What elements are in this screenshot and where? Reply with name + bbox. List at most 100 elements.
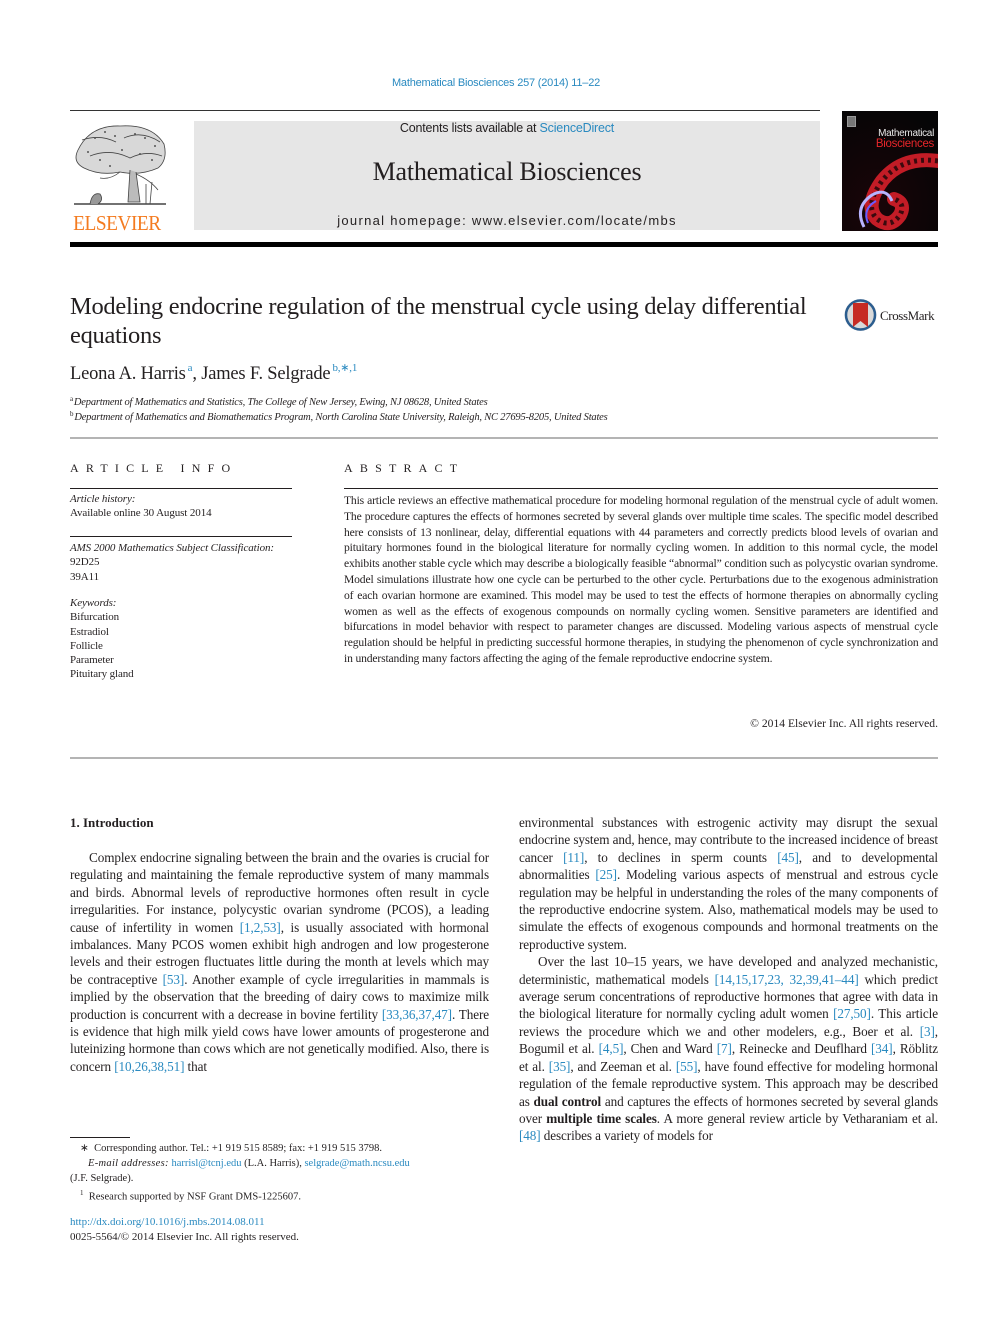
citation-link[interactable]: [25] <box>595 867 617 882</box>
paragraph: environmental substances with estrogenic… <box>519 814 938 953</box>
keyword: Parameter <box>70 654 114 667</box>
affiliation-b: bDepartment of Mathematics and Biomathem… <box>70 410 608 423</box>
emphasis-bold: dual control <box>533 1093 602 1109</box>
ams-classification: AMS 2000 Mathematics Subject Classificat… <box>70 541 274 584</box>
issn-copyright: 0025-5564/© 2014 Elsevier Inc. All right… <box>70 1231 299 1243</box>
affiliation-mark: b <box>70 410 74 418</box>
footnotes: ∗ Corresponding author. Tel.: +1 919 515… <box>70 1141 489 1205</box>
footnote-divider <box>70 1137 130 1138</box>
affiliation-text: Department of Mathematics and Statistics… <box>73 397 488 408</box>
citation-link[interactable]: [33,36,37,47] <box>382 1007 452 1022</box>
text-run: , to declines in sperm counts <box>584 849 778 865</box>
citation-link[interactable]: [53] <box>163 972 185 987</box>
footnote-email-owner: (J.F. Selgrade). <box>70 1173 134 1184</box>
text-run: . A more general review article by Vetha… <box>656 1110 938 1126</box>
paragraph: Complex endocrine signaling between the … <box>70 849 489 1075</box>
info-divider <box>70 536 292 537</box>
article-history: Article history: Available online 30 Aug… <box>70 492 212 521</box>
affiliation-a: aDepartment of Mathematics and Statistic… <box>70 395 488 408</box>
email-link[interactable]: harrisl@tcnj.edu <box>171 1158 241 1169</box>
crossmark-icon <box>844 299 877 331</box>
header-bottom-rule <box>70 242 938 247</box>
cover-title-line2: Biosciences <box>875 138 934 150</box>
section-divider <box>70 437 938 439</box>
affiliation-mark: a <box>70 395 73 403</box>
emphasis-bold: multiple time scales <box>546 1110 657 1126</box>
keywords-label: Keywords: <box>70 597 117 609</box>
citation-link[interactable]: [14,15,17,23, 32,39,41–44] <box>715 972 859 987</box>
email-label: E-mail addresses: <box>88 1158 169 1169</box>
footnote-mark: 1 <box>80 1189 84 1197</box>
affiliation-text: Department of Mathematics and Biomathema… <box>74 412 608 423</box>
article-info-heading: ARTICLE INFO <box>70 461 238 475</box>
citation-link[interactable]: [45] <box>777 850 799 865</box>
elsevier-logo[interactable]: ELSEVIER <box>68 120 172 235</box>
text-run: , Reinecke and Deuflhard <box>731 1041 871 1057</box>
keyword: Follicle <box>70 639 103 652</box>
email-owner: (L.A. Harris), <box>241 1158 305 1169</box>
journal-name: Mathematical Biosciences <box>372 157 642 186</box>
ams-label: AMS 2000 Mathematics Subject Classificat… <box>70 542 274 554</box>
contents-prefix: Contents lists available at <box>399 121 540 135</box>
author-list: Leona A. Harris a, James F. Selgrade b,∗,1 <box>70 361 357 385</box>
abstract-text: This article reviews an effective mathem… <box>344 494 938 665</box>
author-separator: , <box>192 364 202 384</box>
email-link[interactable]: selgrade@math.ncsu.edu <box>304 1158 409 1169</box>
citation-link[interactable]: [7] <box>717 1041 732 1056</box>
footnote-emails: E-mail addresses: harrisl@tcnj.edu (L.A.… <box>70 1156 489 1171</box>
citation-link[interactable]: [48] <box>519 1128 541 1143</box>
author-name[interactable]: Leona A. Harris <box>70 364 186 384</box>
citation-link[interactable]: [34] <box>871 1041 893 1056</box>
keyword: Pituitary gland <box>70 668 134 681</box>
journal-homepage-link[interactable]: journal homepage: www.elsevier.com/locat… <box>194 213 820 228</box>
crossmark-label: CrossMark <box>880 308 935 323</box>
citation-link[interactable]: [55] <box>676 1059 698 1074</box>
paragraph: Over the last 10–15 years, we have devel… <box>519 953 938 1144</box>
body-column-right: environmental substances with estrogenic… <box>519 814 938 1145</box>
footnote-text: Research supported by NSF Grant DMS-1225… <box>88 1191 302 1203</box>
keywords: Keywords: Bifurcation Estradiol Follicle… <box>70 596 134 682</box>
keyword: Estradiol <box>70 625 109 638</box>
footnote-text: Corresponding author. Tel.: +1 919 515 8… <box>94 1143 383 1154</box>
journal-reference-link[interactable]: Mathematical Biosciences 257 (2014) 11–2… <box>0 77 992 89</box>
section-heading-introduction: 1. Introduction <box>70 815 154 830</box>
citation-link[interactable]: [10,26,38,51] <box>114 1059 184 1074</box>
footnote-corresponding: ∗ Corresponding author. Tel.: +1 919 515… <box>70 1141 489 1156</box>
history-label: Article history: <box>70 493 136 505</box>
footnote-funding: 1 Research supported by NSF Grant DMS-12… <box>70 1186 489 1205</box>
sciencedirect-link[interactable]: ScienceDirect <box>540 121 615 135</box>
citation-link[interactable]: [4,5] <box>599 1041 624 1056</box>
journal-cover-thumbnail[interactable]: Mathematical Biosciences <box>842 111 938 231</box>
elsevier-tree-icon <box>70 120 170 212</box>
footnote-mark: ∗ <box>80 1143 89 1154</box>
ams-code: 92D25 <box>70 556 100 569</box>
author-affiliation-mark[interactable]: b,∗,1 <box>332 362 357 374</box>
history-value: Available online 30 August 2014 <box>70 507 212 520</box>
text-run: that <box>184 1058 207 1074</box>
author-name[interactable]: James F. Selgrade <box>201 364 330 384</box>
header-top-rule <box>70 110 820 111</box>
keyword: Bifurcation <box>70 611 119 624</box>
citation-link[interactable]: [27,50] <box>833 1006 871 1021</box>
abstract-heading: ABSTRACT <box>344 461 465 475</box>
doi-link[interactable]: http://dx.doi.org/10.1016/j.mbs.2014.08.… <box>70 1216 265 1228</box>
info-divider <box>70 488 292 489</box>
citation-link[interactable]: [35] <box>549 1059 571 1074</box>
elsevier-wordmark: ELSEVIER <box>73 211 161 235</box>
text-run: describes a variety of models for <box>540 1128 713 1144</box>
text-run: , and Zeeman et al. <box>570 1058 676 1074</box>
contents-available-line: Contents lists available at ScienceDirec… <box>194 121 820 135</box>
article-title: Modeling endocrine regulation of the men… <box>70 293 807 349</box>
body-column-left: Complex endocrine signaling between the … <box>70 849 489 1075</box>
journal-header-banner: Contents lists available at ScienceDirec… <box>194 121 820 230</box>
ams-code: 39A11 <box>70 570 100 583</box>
citation-link[interactable]: [1,2,53] <box>240 920 281 935</box>
text-run: , Chen and Ward <box>623 1041 717 1057</box>
cover-elsevier-badge <box>847 116 856 127</box>
section-divider <box>70 757 938 759</box>
abstract-divider <box>344 488 938 489</box>
citation-link[interactable]: [11] <box>563 850 584 865</box>
citation-link[interactable]: [3] <box>920 1024 935 1039</box>
abstract-copyright: © 2014 Elsevier Inc. All rights reserved… <box>750 717 938 730</box>
crossmark-button[interactable]: CrossMark <box>843 297 943 333</box>
